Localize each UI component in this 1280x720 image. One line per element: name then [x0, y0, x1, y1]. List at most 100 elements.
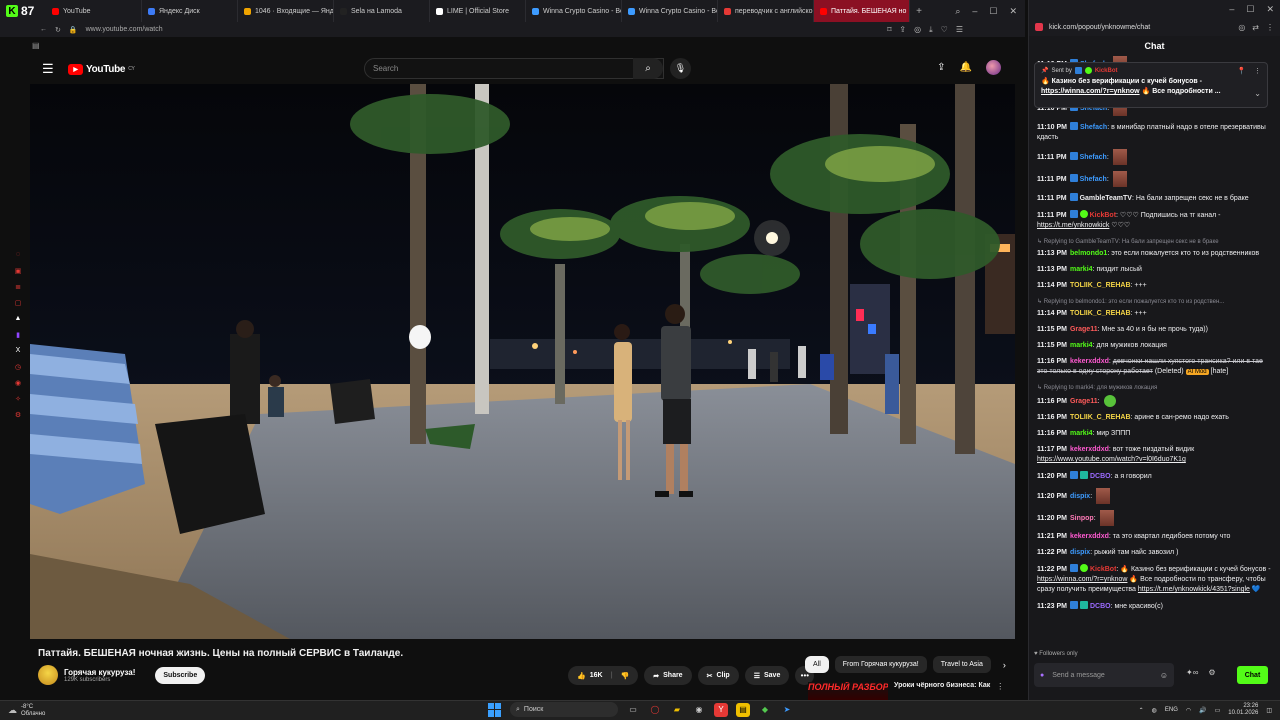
- chip-travel-asia[interactable]: Travel to Asia: [932, 656, 991, 673]
- chat-message[interactable]: 11:11 PM Shefach:: [1037, 171, 1273, 187]
- reload-icon[interactable]: ↻: [55, 26, 61, 34]
- task-view-icon[interactable]: ▭: [626, 703, 640, 717]
- channel-avatar[interactable]: [38, 665, 58, 685]
- browser-tab[interactable]: Яндекс Диск: [142, 0, 238, 22]
- message-username[interactable]: TOLIIK_C_REHAB: [1070, 310, 1131, 317]
- reply-reference[interactable]: ↳ Replying to marki4: для мужиков локаци…: [1037, 383, 1273, 393]
- utility-app-icon[interactable]: ◆: [758, 703, 772, 717]
- message-username[interactable]: marki4: [1070, 342, 1093, 349]
- sidebar-aria-icon[interactable]: ▲: [14, 314, 23, 323]
- menu-icon[interactable]: ☰: [956, 25, 963, 35]
- close-icon[interactable]: ✕: [1266, 4, 1274, 15]
- chat-message[interactable]: 11:14 PM TOLIIK_C_REHAB: +++: [1037, 309, 1273, 319]
- search-button[interactable]: ⌕: [633, 58, 663, 79]
- message-username[interactable]: Grage11: [1070, 398, 1098, 405]
- chat-message[interactable]: 11:20 PM dispix:: [1037, 488, 1273, 504]
- translate-icon[interactable]: ⇄: [1252, 23, 1259, 32]
- chat-message[interactable]: 11:20 PM Sinpop:: [1037, 510, 1273, 526]
- chat-message[interactable]: 11:21 PM kekerxddxd: та это квартал ледиб…: [1037, 532, 1273, 542]
- message-username[interactable]: KickBot: [1090, 566, 1116, 573]
- clock[interactable]: 23:26 10.01.2026: [1228, 703, 1258, 717]
- tray-chevron-up-icon[interactable]: ⌃: [1139, 707, 1144, 714]
- browser-tab[interactable]: Winna Crypto Casino - Be: [526, 0, 622, 22]
- message-username[interactable]: TOLIIK_C_REHAB: [1070, 414, 1131, 421]
- message-link[interactable]: https://www.youtube.com/watch?v=l0I6duo7…: [1037, 456, 1186, 463]
- wifi-icon[interactable]: ◠: [1186, 707, 1191, 714]
- upload-icon[interactable]: ⇪: [937, 62, 945, 73]
- browser-tab[interactable]: 1046 · Входящие — Яндекс: [238, 0, 334, 22]
- notifications-icon[interactable]: ◫: [1266, 707, 1272, 714]
- browser-tab[interactable]: LIME | Official Store: [430, 0, 526, 22]
- chat-log[interactable]: 11:10 PMShefach: 11:10 PMShefach: 11:10 …: [1037, 56, 1273, 648]
- sidebar-settings-icon[interactable]: ⚙: [14, 410, 23, 419]
- message-username[interactable]: Grage11: [1070, 326, 1098, 333]
- video-player[interactable]: [30, 84, 1015, 639]
- chat-message[interactable]: 11:22 PM dispix: рыжий там найс завозил ): [1037, 548, 1273, 558]
- minimize-icon[interactable]: –: [972, 6, 977, 17]
- share-button[interactable]: ➦ Share: [644, 666, 692, 685]
- clip-button[interactable]: ✂ Clip: [697, 666, 739, 685]
- chat-message[interactable]: 11:13 PM marki4: пиздит лысый: [1037, 265, 1273, 275]
- reco-more-dots-icon[interactable]: ⋮: [996, 682, 1004, 700]
- battery-icon[interactable]: ▭: [1215, 707, 1221, 714]
- sidebar-twitch-icon[interactable]: ▮: [14, 330, 23, 339]
- sidebar-history-icon[interactable]: ◌: [14, 250, 23, 259]
- chip-all[interactable]: All: [805, 656, 829, 673]
- message-link[interactable]: https://winna.com/?r=ynknow: [1037, 576, 1127, 583]
- thumbs-up-icon[interactable]: 👍: [577, 672, 586, 680]
- browser-tab[interactable]: YouTube: [46, 0, 142, 22]
- youtube-logo[interactable]: ▶ YouTube CY: [68, 63, 135, 75]
- message-username[interactable]: kekerxddxd: [1070, 533, 1109, 540]
- message-username[interactable]: DCBO: [1090, 603, 1111, 610]
- sidebar-bag-icon[interactable]: ▣: [14, 266, 23, 275]
- sidebar-note-icon[interactable]: ▢: [14, 298, 23, 307]
- chat-message[interactable]: 11:11 PM Shefach:: [1037, 149, 1273, 165]
- message-username[interactable]: marki4: [1070, 266, 1093, 273]
- unpin-icon[interactable]: 📍: [1237, 67, 1246, 75]
- taskbar-search[interactable]: ⌕ Поиск: [510, 702, 618, 717]
- message-username[interactable]: Sinpop: [1070, 515, 1094, 522]
- message-username[interactable]: kekerxddxd: [1070, 358, 1109, 365]
- like-count[interactable]: 16K: [590, 672, 603, 679]
- chat-send-button[interactable]: Chat: [1237, 666, 1268, 684]
- opera-icon[interactable]: ◯: [648, 703, 662, 717]
- chat-message[interactable]: 11:11 PM KickBot: ♡♡♡ Подпишись на тг кан…: [1037, 210, 1273, 231]
- file-explorer-icon[interactable]: ▰: [670, 703, 684, 717]
- chat-message[interactable]: 11:16 PM Grage11:: [1037, 395, 1273, 407]
- message-username[interactable]: DCBO: [1090, 473, 1111, 480]
- maximize-icon[interactable]: ☐: [1246, 4, 1254, 15]
- chat-message[interactable]: 11:14 PM TOLIIK_C_REHAB: +++: [1037, 281, 1273, 291]
- save-button[interactable]: ☰ Save: [744, 666, 790, 685]
- search-input[interactable]: Search: [364, 58, 664, 79]
- chat-message[interactable]: 11:15 PM marki4: для мужиков локация: [1037, 341, 1273, 351]
- chevron-right-icon[interactable]: ›: [1003, 660, 1006, 670]
- chat-message-input[interactable]: ● Send a message ☺: [1034, 663, 1174, 687]
- browser-tab[interactable]: Паттайя. БЕШЕНАЯ но: [814, 0, 910, 22]
- chat-message[interactable]: 11:16 PM kekerxddxd: девчонки нашли хуяст…: [1037, 357, 1273, 377]
- browser-tab[interactable]: Winna Crypto Casino - Be: [622, 0, 718, 22]
- message-username[interactable]: KickBot: [1090, 212, 1116, 219]
- volume-icon[interactable]: 🔊: [1199, 707, 1206, 714]
- message-username[interactable]: Shefach: [1080, 176, 1107, 183]
- pinned-more-icon[interactable]: ⋮: [1254, 67, 1261, 75]
- chat-emotes-icon[interactable]: ✦∞: [1186, 668, 1198, 677]
- pinned-collapse-chevron-icon[interactable]: ⌄: [1254, 89, 1261, 98]
- favorite-heart-icon[interactable]: ♡: [941, 25, 948, 35]
- sidebar-stack-icon[interactable]: ≣: [14, 282, 23, 291]
- message-username[interactable]: TOLIIK_C_REHAB: [1070, 282, 1131, 289]
- browser-tab[interactable]: Sela на Lamoda: [334, 0, 430, 22]
- windows-start-icon[interactable]: [488, 702, 502, 717]
- chat-message[interactable]: 11:15 PM Grage11: Мне за 40 и я бы не про…: [1037, 325, 1273, 335]
- avatar[interactable]: [986, 60, 1001, 75]
- share-page-icon[interactable]: ⇪: [899, 25, 906, 35]
- message-username[interactable]: Shefach: [1080, 124, 1107, 131]
- sidebar-clock-icon[interactable]: ◷: [14, 362, 23, 371]
- hamburger-menu-icon[interactable]: ☰: [42, 61, 56, 77]
- message-username[interactable]: Shefach: [1080, 154, 1107, 161]
- kick-tab-counter[interactable]: K 87: [0, 4, 46, 18]
- chrome-icon[interactable]: ◉: [692, 703, 706, 717]
- menu-icon[interactable]: ⋮: [1266, 23, 1274, 32]
- chat-settings-gear-icon[interactable]: ⚙: [1208, 668, 1215, 677]
- message-link[interactable]: https://t.me/ynknowkick: [1037, 222, 1109, 229]
- chat-message[interactable]: 11:10 PM Shefach: в минибар платный надо …: [1037, 122, 1273, 143]
